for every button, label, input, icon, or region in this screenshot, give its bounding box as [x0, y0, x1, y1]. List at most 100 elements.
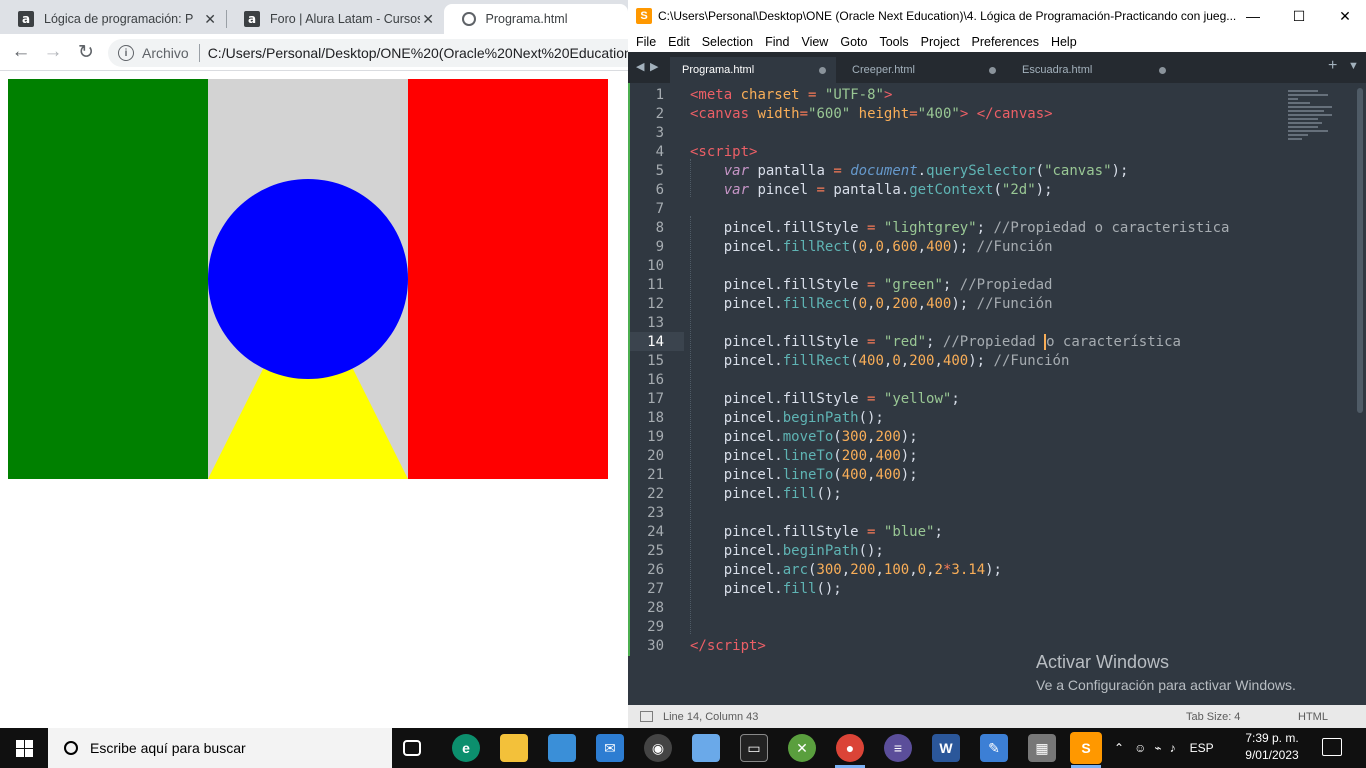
new-tab-icon[interactable]: +	[1328, 57, 1337, 75]
search-icon	[64, 741, 78, 755]
close-window-icon[interactable]: ✕	[1322, 0, 1366, 32]
canvas-blue-circle	[208, 179, 408, 379]
code-editor[interactable]: 1 <meta charset = "UTF-8"> 2 <canvas width…	[628, 83, 1366, 705]
menu-item-help[interactable]: Help	[1051, 35, 1077, 49]
reload-icon[interactable]: ↻	[75, 41, 97, 64]
editor-tab-label: Creeper.html	[852, 64, 915, 76]
canvas-red-stripe	[408, 79, 608, 479]
url-text[interactable]: C:/Users/Personal/Desktop/ONE%20(Oracle%…	[208, 45, 641, 61]
unsaved-dot-icon	[819, 67, 826, 74]
code-line: 15 pincel.fillRect(400,0,200,400); //Fun…	[647, 353, 1070, 369]
editor-tab-bar: ◀ ▶ Programa.html Creeper.html Escuadra.…	[628, 52, 1366, 83]
paint-icon[interactable]: ✎	[980, 734, 1008, 762]
network-icon[interactable]: ⌁	[1154, 741, 1161, 755]
calculator-icon[interactable]: ▦	[1028, 734, 1056, 762]
browser-window: a Lógica de programación: Pra ✕ a Foro |…	[0, 0, 648, 728]
code-line: 18 pincel.beginPath();	[647, 410, 884, 426]
editor-tab-creeper[interactable]: Creeper.html	[840, 57, 1006, 83]
menu-item-find[interactable]: Find	[765, 35, 789, 49]
code-line: 8 pincel.fillStyle = "lightgrey"; //Prop…	[655, 220, 1230, 236]
browser-tab-bar: a Lógica de programación: Pra ✕ a Foro |…	[0, 0, 628, 34]
people-icon[interactable]: ☺	[1134, 741, 1146, 755]
eclipse-icon[interactable]: ≡	[884, 734, 912, 762]
menu-item-selection[interactable]: Selection	[702, 35, 753, 49]
3d-viewer-icon[interactable]	[692, 734, 720, 762]
mail-icon[interactable]: ✉	[596, 734, 624, 762]
minimap[interactable]	[1288, 88, 1336, 148]
terminal-icon[interactable]: ▭	[740, 734, 768, 762]
edge-icon[interactable]: e	[452, 734, 480, 762]
info-icon[interactable]: i	[118, 45, 134, 61]
code-line: 28	[647, 600, 664, 616]
task-view-icon[interactable]	[403, 740, 421, 756]
sublime-taskbar-icon[interactable]: S	[1070, 732, 1102, 764]
code-line: 12 pincel.fillRect(0,0,200,400); //Funci…	[647, 296, 1053, 312]
word-icon[interactable]: W	[932, 734, 960, 762]
code-line: 1 <meta charset = "UTF-8">	[655, 87, 893, 103]
editor-tab-programa[interactable]: Programa.html	[670, 57, 836, 83]
unsaved-dot-icon	[1159, 67, 1166, 74]
editor-title: C:\Users\Personal\Desktop\ONE (Oracle Ne…	[658, 9, 1237, 23]
code-line: 22 pincel.fill();	[647, 486, 842, 502]
code-line: 23	[647, 505, 664, 521]
tab-nav-left-icon[interactable]: ◀	[636, 60, 644, 73]
tab-title: Programa.html	[485, 12, 568, 26]
menu-item-project[interactable]: Project	[921, 35, 960, 49]
media-player-icon[interactable]: ◉	[644, 734, 672, 762]
code-line: 26 pincel.arc(300,200,100,0,2*3.14);	[647, 562, 1002, 578]
chrome-icon[interactable]: ●	[836, 734, 864, 762]
menu-item-file[interactable]: File	[636, 35, 656, 49]
back-icon[interactable]: ←	[10, 41, 32, 63]
taskbar-search[interactable]: Escribe aquí para buscar	[48, 728, 392, 768]
code-line: 17 pincel.fillStyle = "yellow";	[647, 391, 960, 407]
address-bar[interactable]: i Archivo C:/Users/Personal/Desktop/ONE%…	[108, 39, 648, 67]
menu-item-preferences[interactable]: Preferences	[972, 35, 1039, 49]
browser-tab-3-active[interactable]: Programa.html	[444, 4, 628, 34]
language-indicator[interactable]: ESP	[1190, 741, 1214, 755]
menu-item-goto[interactable]: Goto	[840, 35, 867, 49]
code-line: 16	[647, 372, 664, 388]
taskbar-clock[interactable]: 7:39 p. m. 9/01/2023	[1240, 730, 1304, 764]
menu-item-edit[interactable]: Edit	[668, 35, 690, 49]
code-line: 7	[655, 201, 664, 217]
minimize-icon[interactable]: —	[1230, 0, 1276, 32]
cursor-position: Line 14, Column 43	[663, 710, 759, 723]
chevron-up-icon[interactable]: ⌃	[1114, 741, 1124, 755]
tab-title: Foro | Alura Latam - Cursos o	[270, 12, 420, 26]
menu-item-view[interactable]: View	[801, 35, 828, 49]
maximize-icon[interactable]: ☐	[1276, 0, 1322, 32]
editor-window: S C:\Users\Personal\Desktop\ONE (Oracle …	[628, 0, 1366, 728]
forward-icon[interactable]: →	[42, 41, 64, 63]
clock-time: 7:39 p. m.	[1245, 731, 1299, 745]
store-icon[interactable]	[548, 734, 576, 762]
code-line: 10	[647, 258, 664, 274]
panel-toggle-icon[interactable]	[640, 711, 653, 722]
file-explorer-icon[interactable]	[500, 734, 528, 762]
tab-dropdown-icon[interactable]: ▼	[1348, 60, 1359, 72]
tab-nav-right-icon[interactable]: ▶	[650, 60, 658, 73]
syntax-mode[interactable]: HTML	[1298, 711, 1328, 723]
tab-size[interactable]: Tab Size: 4	[1186, 711, 1240, 723]
volume-icon[interactable]: ♪	[1170, 741, 1176, 755]
editor-scrollbar[interactable]	[1357, 88, 1363, 413]
page-canvas	[8, 79, 608, 479]
code-line: 13	[647, 315, 664, 331]
code-line: 9 pincel.fillRect(0,0,600,400); //Funció…	[655, 239, 1053, 255]
editor-tab-escuadra[interactable]: Escuadra.html	[1010, 57, 1176, 83]
menu-item-tools[interactable]: Tools	[879, 35, 908, 49]
browser-tab-1[interactable]: a Lógica de programación: Pra ✕	[0, 4, 226, 34]
code-line: 11 pincel.fillStyle = "green"; //Propied…	[647, 277, 1053, 293]
code-line: 27 pincel.fill();	[647, 581, 842, 597]
globe-icon	[462, 12, 476, 26]
code-line: 21 pincel.lineTo(400,400);	[647, 467, 918, 483]
browser-tab-2[interactable]: a Foro | Alura Latam - Cursos o ✕	[226, 4, 444, 34]
xbox-icon[interactable]: ✕	[788, 734, 816, 762]
close-tab-icon[interactable]: ✕	[204, 11, 216, 28]
notification-icon[interactable]	[1322, 738, 1342, 756]
clock-date: 9/01/2023	[1245, 748, 1299, 762]
editor-tab-label: Escuadra.html	[1022, 64, 1093, 76]
close-tab-icon[interactable]: ✕	[422, 11, 434, 28]
system-tray: ⌃ ☺ ⌁ ♪ ESP	[1114, 728, 1214, 768]
code-line: 3	[655, 125, 664, 141]
start-button[interactable]	[0, 728, 48, 768]
